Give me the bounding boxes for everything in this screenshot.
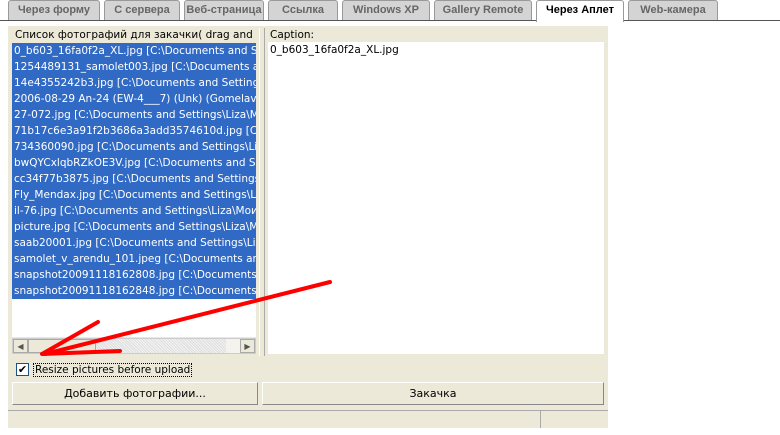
- red-arrow-annotation: [40, 280, 332, 356]
- arrow-line: [43, 280, 332, 356]
